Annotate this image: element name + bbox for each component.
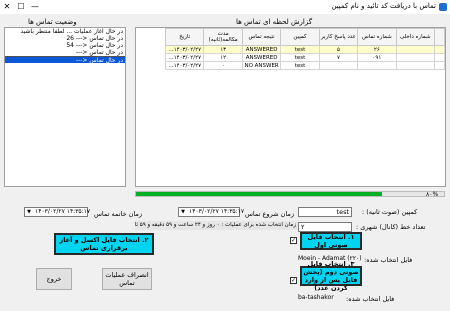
cell-answer: ۷ <box>318 53 359 62</box>
status-panel-title: وضعیت تماس ها <box>28 18 77 26</box>
campaign-input[interactable]: test <box>298 207 352 217</box>
row-indicator[interactable] <box>434 45 445 54</box>
cell-internal <box>395 61 436 70</box>
campaign-label: کمپین (صوت ثانیه) : <box>362 208 418 216</box>
voice-2-selected-label: فایل انتخاب شده: <box>346 295 395 303</box>
cell-phone: ۲۶ <box>357 45 397 54</box>
column-header[interactable]: مدت مکالمه(ثانیه) <box>203 28 243 46</box>
cell-duration: ۱۲ <box>203 53 243 62</box>
cell-phone <box>357 61 397 70</box>
chevron-down-icon[interactable]: ▼ <box>25 208 33 216</box>
minimize-icon[interactable]: — <box>28 0 42 14</box>
title-bar: ✕ ☐ — تماس با دریافت کد تائید و نام کمپی… <box>0 0 450 14</box>
status-item-number: <--- <box>75 57 88 63</box>
time-info-text: زمان انتخاب شده برای عملیات : ۰ روز و ۲۴… <box>135 221 298 230</box>
main-window: ✕ ☐ — تماس با دریافت کد تائید و نام کمپی… <box>0 0 450 311</box>
status-item-number: <--- 26 <box>66 35 88 42</box>
cell-campaign: test <box>280 45 320 54</box>
lines-input[interactable]: ۲ <box>298 222 352 232</box>
start-time-label: زمان شروع تماس <box>245 210 295 218</box>
call-progress-bar <box>135 191 445 197</box>
column-header[interactable]: کمپین <box>280 28 320 46</box>
cell-result: ANSWERED <box>241 45 282 54</box>
cell-date: ۱۴۰۳/۰۲/۲۷... <box>164 61 205 70</box>
select-excel-start-button[interactable]: ۲. انتخاب فایل اکسل و آغاز برقراری تماس <box>54 233 154 255</box>
cell-campaign: test <box>280 61 320 70</box>
cancel-calls-button[interactable]: انصراف عملیات تماس <box>102 268 152 290</box>
cell-internal <box>395 53 436 62</box>
call-report-grid[interactable]: شماره داخلی شماره تماس عدد پاسخ کاربر کمپین… <box>135 27 446 187</box>
progress-fill <box>136 192 383 196</box>
status-list-item[interactable]: در حال تماس<--- <box>5 56 125 63</box>
status-list-item[interactable]: در حال تماس<--- 26 <box>5 35 125 42</box>
select-voice-2-button[interactable]: ۳. انتخاب فایل صوتی دوم (پخش فایل پس از … <box>300 260 362 292</box>
table-row[interactable]: test NO ANSWER ۰ ۱۴۰۳/۰۲/۲۷... <box>164 61 445 70</box>
row-indicator-header <box>434 28 445 46</box>
status-item-number: <--- 54 <box>66 42 88 49</box>
column-header[interactable]: شماره تماس <box>357 28 397 46</box>
column-header[interactable]: نتیجه تماس <box>241 28 282 46</box>
voice-1-checkbox[interactable]: ✓ <box>290 237 297 244</box>
maximize-icon[interactable]: ☐ <box>14 0 28 14</box>
row-indicator[interactable] <box>434 61 445 70</box>
app-icon <box>439 3 447 11</box>
cell-campaign: test <box>280 53 320 62</box>
cell-internal <box>395 45 436 54</box>
end-time-label: زمان خاتمه تماس <box>94 210 143 218</box>
end-time-picker[interactable]: ▼ ۱۴۰۳/۰۲/۲۷ ۱۴:۳۵:۱۷ <box>24 207 90 217</box>
column-header[interactable]: عدد پاسخ کاربر <box>318 28 359 46</box>
select-voice-1-button[interactable]: ۱. انتخاب فایل صوتی اول <box>300 232 362 250</box>
cell-duration: ۱۳ <box>203 45 243 54</box>
table-row[interactable]: ۰۹۱ ۷ test ANSWERED ۱۲ ۱۴۰۳/۰۲/۲۷... <box>164 53 445 62</box>
exit-button[interactable]: خروج <box>36 268 72 290</box>
window-title: تماس با دریافت کد تائید و نام کمپین <box>331 2 436 10</box>
chevron-down-icon[interactable]: ▼ <box>179 208 187 216</box>
column-header[interactable]: شماره داخلی <box>395 28 436 46</box>
cell-result: ANSWERED <box>241 53 282 62</box>
status-list-item[interactable]: در حال تماس<--- 54 <box>5 42 125 49</box>
report-table: شماره داخلی شماره تماس عدد پاسخ کاربر کمپین… <box>164 28 445 70</box>
cell-phone: ۰۹۱ <box>357 53 397 62</box>
status-list-item[interactable]: در حال آغاز عملیات ... لطفا منتظر باشید <box>5 28 125 35</box>
column-header[interactable]: تاریخ <box>164 28 205 46</box>
lines-label: تعداد خط (کانال) شهری : <box>356 223 426 231</box>
cell-date: ۱۴۰۳/۰۲/۲۷... <box>164 45 205 54</box>
voice-2-checkbox[interactable]: ✓ <box>290 277 297 284</box>
voice-1-selected-label: فایل انتخاب شده: <box>364 256 413 264</box>
row-indicator[interactable] <box>434 53 445 62</box>
cell-date: ۱۴۰۳/۰۲/۲۷... <box>164 53 205 62</box>
status-item-number: <--- <box>75 49 88 56</box>
start-time-picker[interactable]: ▼ ۱۴۰۳/۰۲/۲۷ ۱۴:۳۵:۱۷ <box>178 207 244 217</box>
close-icon[interactable]: ✕ <box>0 0 14 14</box>
cell-result: NO ANSWER <box>241 61 282 70</box>
cell-duration: ۰ <box>203 61 243 70</box>
progress-percent: ۸۰% <box>426 191 439 198</box>
voice-2-selected-file: ba-tashakor <box>298 294 334 301</box>
report-panel-title: گزارش لحظه ای تماس ها <box>236 18 313 26</box>
cell-answer <box>318 61 359 70</box>
call-status-list[interactable]: در حال آغاز عملیات ... لطفا منتظر باشید د… <box>4 27 126 187</box>
table-row[interactable]: ۲۶ ۵ test ANSWERED ۱۳ ۱۴۰۳/۰۲/۲۷... <box>164 45 445 54</box>
cell-answer: ۵ <box>318 45 359 54</box>
status-list-item[interactable]: در حال تماس<--- <box>5 49 125 56</box>
